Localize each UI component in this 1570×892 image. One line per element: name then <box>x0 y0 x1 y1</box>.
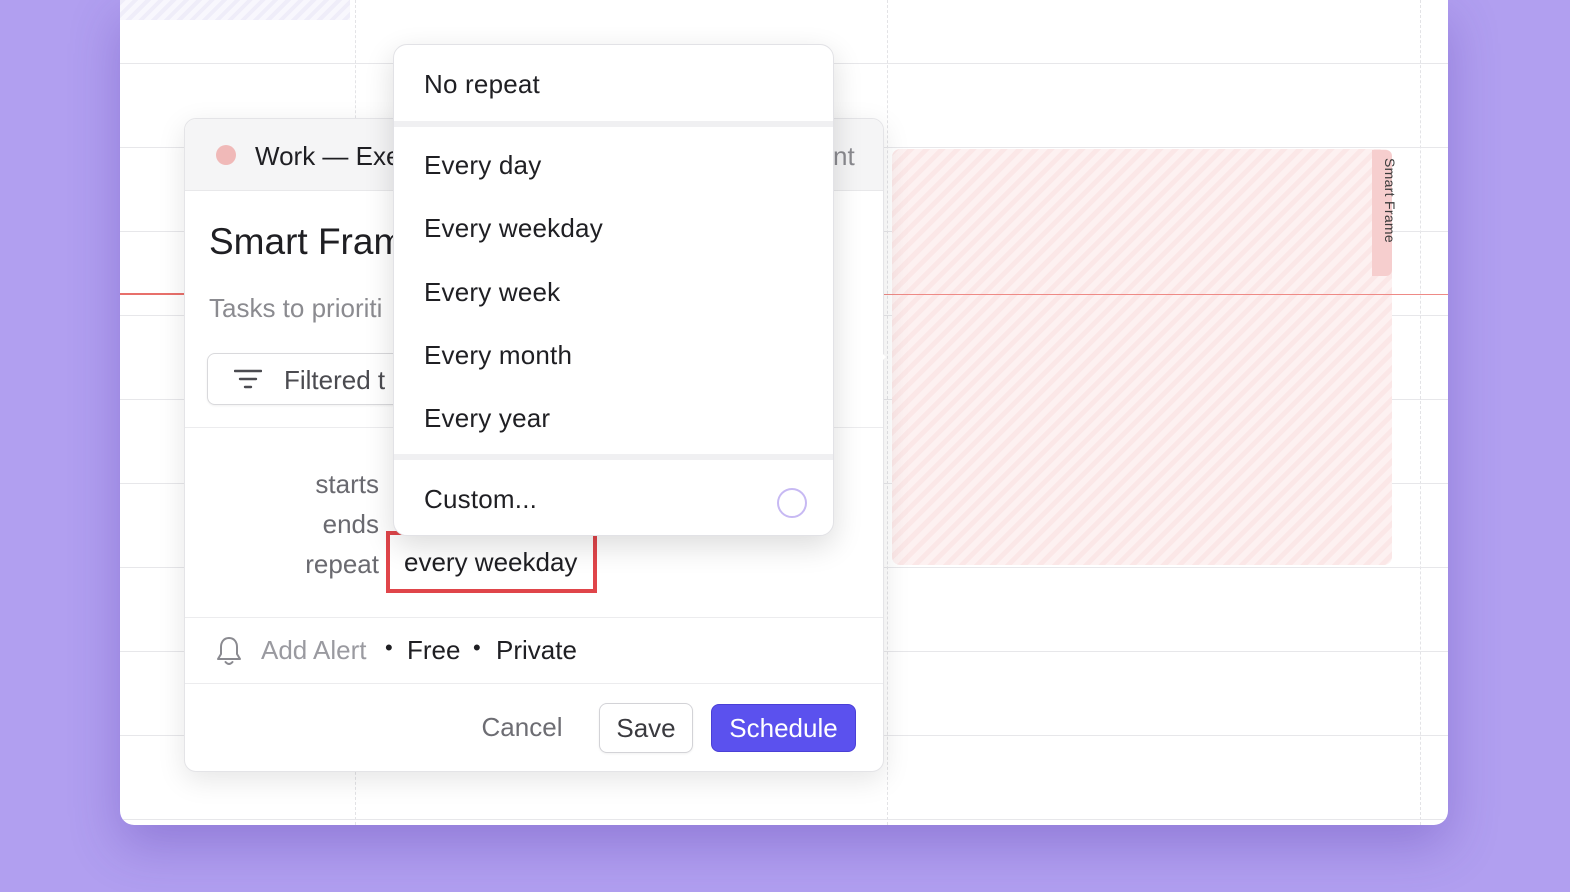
event-block-tab[interactable]: Smart Frame <box>1372 150 1398 276</box>
current-time-indicator <box>882 294 1448 295</box>
all-day-event-strip[interactable] <box>120 0 350 20</box>
event-block-label: Smart Frame <box>1382 158 1398 243</box>
menu-item-custom[interactable]: Custom... <box>394 471 833 527</box>
menu-item-every-weekday[interactable]: Every weekday <box>394 200 833 256</box>
grid-day-divider <box>1420 0 1421 825</box>
repeat-dropdown-menu: No repeat Every day Every weekday Every … <box>393 44 834 536</box>
separator-dot: • <box>385 635 393 660</box>
menu-item-label: Custom... <box>424 484 538 514</box>
menu-item-label: Every month <box>424 340 573 370</box>
menu-item-every-year[interactable]: Every year <box>394 390 833 446</box>
add-alert-button[interactable]: Add Alert <box>261 635 367 666</box>
event-options-row: Add Alert • Free • Private <box>185 617 883 683</box>
menu-item-label: Every year <box>424 403 551 433</box>
save-button[interactable]: Save <box>599 703 693 753</box>
calendar-name: Work — Exe <box>255 141 401 171</box>
calendar-color-dot <box>216 145 236 165</box>
bell-icon[interactable] <box>215 635 243 667</box>
menu-separator <box>394 454 833 460</box>
current-time-indicator <box>120 293 184 295</box>
ends-label: ends <box>322 509 379 539</box>
event-description[interactable]: Tasks to prioriti <box>209 293 382 324</box>
card-pointer-caret <box>876 347 886 367</box>
filter-icon <box>234 369 262 389</box>
loading-spinner-icon <box>777 488 807 518</box>
menu-item-label: Every week <box>424 277 561 307</box>
visibility-toggle[interactable]: Private <box>496 635 577 666</box>
repeat-label: repeat <box>305 549 379 579</box>
availability-toggle[interactable]: Free <box>407 635 460 666</box>
grid-hour-line <box>120 819 1448 820</box>
cancel-button[interactable]: Cancel <box>467 702 577 752</box>
menu-separator <box>394 121 833 127</box>
menu-item-every-month[interactable]: Every month <box>394 327 833 383</box>
filtered-tasks-label: Filtered t <box>284 365 386 395</box>
menu-item-label: Every weekday <box>424 213 603 243</box>
divider <box>185 683 883 684</box>
repeat-value-text: every weekday <box>404 547 578 577</box>
event-title[interactable]: Smart Fram <box>209 221 404 263</box>
menu-item-label: Every day <box>424 150 542 180</box>
header-right-text: nt <box>833 141 855 171</box>
smart-frame-event-block[interactable] <box>892 149 1392 565</box>
menu-item-every-day[interactable]: Every day <box>394 137 833 193</box>
repeat-value-field[interactable]: every weekday <box>386 531 597 593</box>
menu-item-label: No repeat <box>424 69 540 99</box>
grid-day-divider <box>887 0 888 825</box>
schedule-button[interactable]: Schedule <box>711 704 856 752</box>
separator-dot: • <box>473 635 481 660</box>
menu-item-every-week[interactable]: Every week <box>394 264 833 320</box>
menu-item-no-repeat[interactable]: No repeat <box>394 56 833 112</box>
starts-label: starts <box>315 469 379 499</box>
